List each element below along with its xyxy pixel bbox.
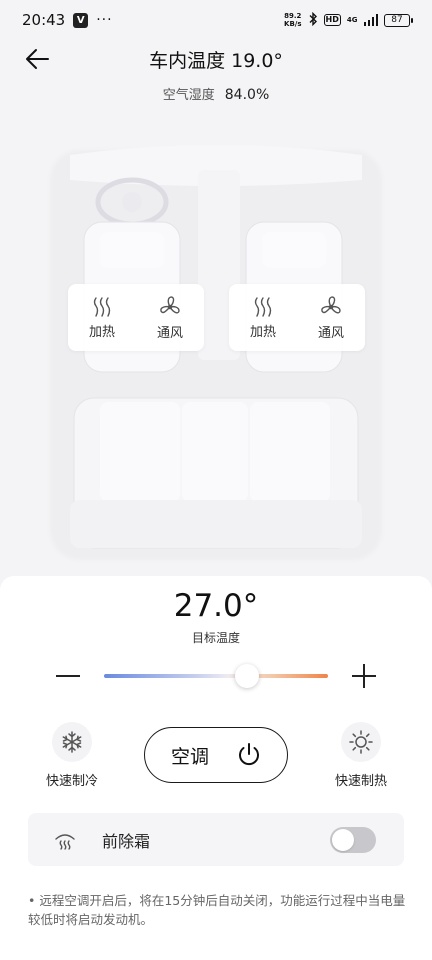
battery-icon: 87 [384, 13, 413, 27]
right-seat-heat-button[interactable]: 加热 [235, 296, 291, 340]
right-seat-heat-label: 加热 [249, 324, 276, 340]
app-notification-icon: V [73, 12, 89, 28]
net-speed-value: 89.2 [284, 12, 302, 20]
hd-voice-icon: HD [323, 14, 341, 26]
humidity-readout: 空气湿度 84.0% [0, 84, 432, 103]
left-seat-controls: 加热 通风 [68, 284, 204, 351]
left-seat-heat-label: 加热 [88, 324, 115, 340]
right-seat-controls: 加热 通风 [229, 284, 365, 351]
heat-waves-icon [93, 296, 111, 317]
right-seat-vent-label: 通风 [317, 325, 344, 341]
status-time: 20:43 [22, 11, 66, 29]
signal-icon [363, 14, 378, 26]
heat-waves-icon [254, 296, 272, 317]
toggle-knob [332, 828, 354, 851]
more-notifications-icon: ··· [96, 12, 113, 28]
windshield-defrost-icon [55, 833, 75, 850]
bluetooth-icon [308, 11, 318, 29]
status-right: 89.2 KB/s HD 4G 87 [284, 11, 413, 29]
car-interior-illustration [30, 140, 402, 570]
target-temperature: 27.0° [173, 588, 259, 624]
left-seat-heat-button[interactable]: 加热 [74, 296, 130, 340]
power-icon [239, 743, 259, 766]
left-seat-vent-label: 通风 [156, 325, 183, 341]
quick-cool-label: 快速制冷 [45, 774, 98, 789]
temperature-slider[interactable] [104, 674, 328, 678]
sun-icon [349, 730, 373, 754]
status-bar: 20:43 V ··· 89.2 KB/s HD 4G 87 [0, 0, 432, 40]
front-defrost-toggle[interactable] [330, 826, 376, 853]
quick-heat-button[interactable]: 快速制热 [316, 722, 406, 789]
ac-label: 空调 [170, 745, 209, 768]
quick-heat-label: 快速制热 [334, 774, 387, 789]
front-defrost-label: 前除霜 [102, 831, 151, 851]
fan-icon [321, 295, 341, 314]
status-left: 20:43 V ··· [22, 11, 113, 29]
quick-cool-icon-wrap [52, 722, 92, 762]
right-seat-vent-button[interactable]: 通风 [303, 295, 359, 341]
remote-ac-notice: • 远程空调开启后，将在15分钟后自动关闭，功能运行过程中当电量较低时将启动发动… [28, 893, 406, 927]
front-defrost-row: 前除霜 [28, 813, 404, 866]
decrease-temp-button[interactable] [56, 664, 82, 688]
humidity-value: 84.0% [224, 87, 270, 103]
quick-cool-button[interactable]: 快速制冷 [27, 722, 117, 789]
left-seat-vent-button[interactable]: 通风 [142, 295, 198, 341]
quick-heat-icon-wrap [341, 722, 381, 762]
net-speed: 89.2 KB/s [284, 12, 301, 28]
network-type: 4G [346, 16, 358, 24]
snowflake-icon [62, 731, 82, 753]
fan-icon [160, 295, 180, 314]
ac-power-button[interactable]: 空调 [144, 727, 288, 783]
humidity-label: 空气湿度 [162, 88, 215, 103]
header: 车内温度 19.0° [0, 40, 432, 76]
net-speed-unit: KB/s [284, 20, 302, 28]
target-temperature-label: 目标温度 [191, 631, 240, 645]
page-title: 车内温度 19.0° [149, 50, 283, 72]
increase-temp-button[interactable] [352, 664, 378, 690]
